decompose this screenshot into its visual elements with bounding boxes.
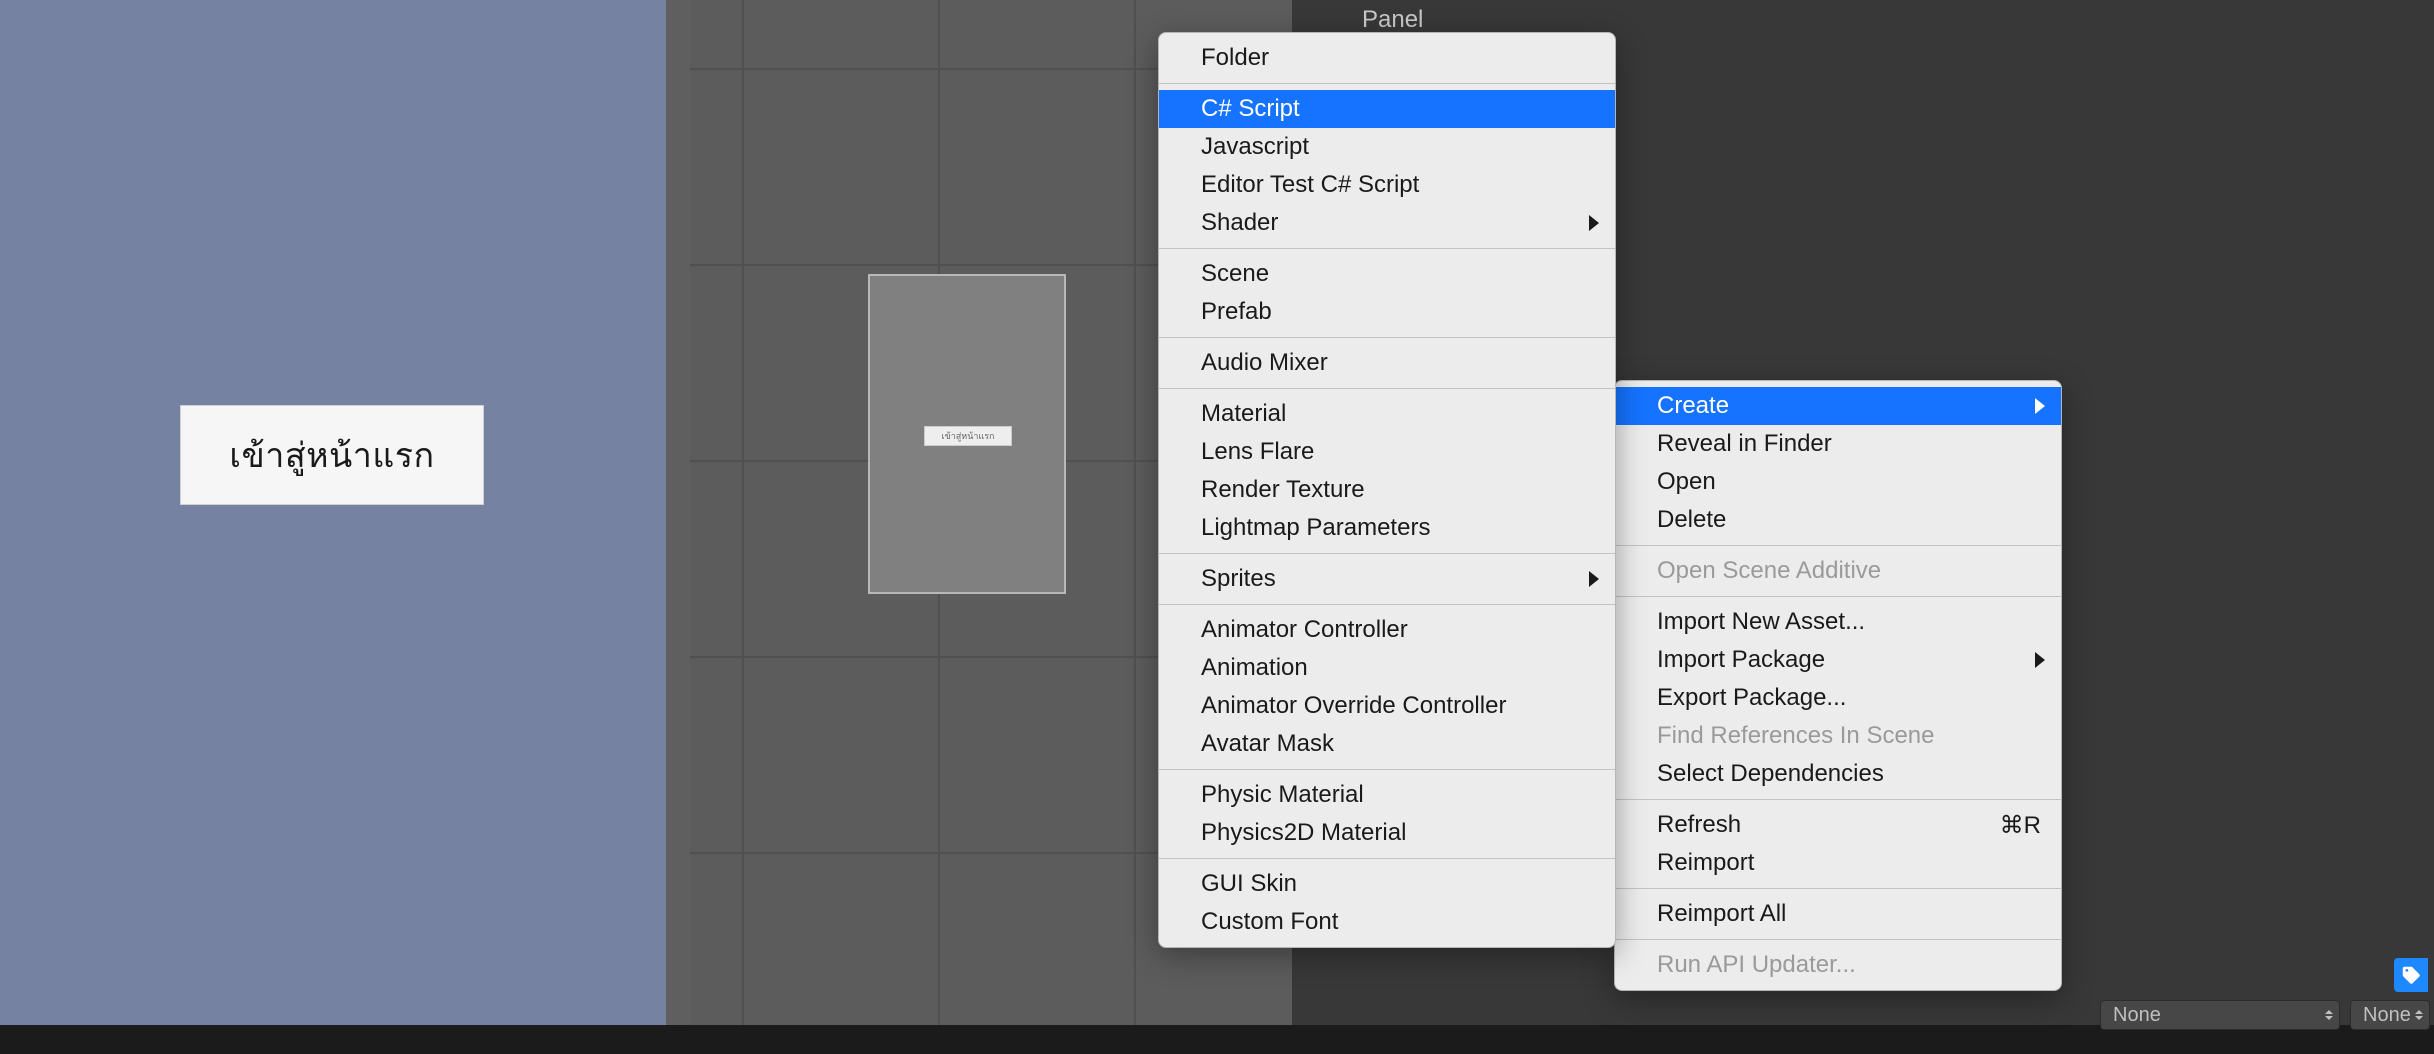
dropdown-value: None (2113, 1004, 2161, 1027)
menu-item-label: Refresh (1657, 811, 1741, 839)
hierarchy-selected-item[interactable]: Panel (1362, 6, 1423, 34)
menu-item-label: Animation (1201, 654, 1308, 682)
create-item-animator-controller[interactable]: Animator Controller (1159, 611, 1615, 649)
menu-item-label: Import Package (1657, 646, 1825, 674)
menu-item-import-new-asset[interactable]: Import New Asset... (1615, 603, 2061, 641)
menu-separator (1615, 888, 2061, 889)
create-item-lightmap-parameters[interactable]: Lightmap Parameters (1159, 509, 1615, 547)
create-item-editor-test-c-script[interactable]: Editor Test C# Script (1159, 166, 1615, 204)
menu-separator (1159, 388, 1615, 389)
create-item-custom-font[interactable]: Custom Font (1159, 903, 1615, 941)
create-item-physic-material[interactable]: Physic Material (1159, 776, 1615, 814)
menu-item-label: Audio Mixer (1201, 349, 1328, 377)
menu-item-label: Javascript (1201, 133, 1309, 161)
menu-item-label: Reimport (1657, 849, 1754, 877)
menu-item-label: Run API Updater... (1657, 951, 1856, 979)
create-item-animation[interactable]: Animation (1159, 649, 1615, 687)
create-item-gui-skin[interactable]: GUI Skin (1159, 865, 1615, 903)
menu-separator (1159, 83, 1615, 84)
game-ui-button[interactable]: เข้าสู่หน้าแรก (180, 405, 484, 505)
menu-separator (1615, 596, 2061, 597)
asset-label-dropdown-1[interactable]: None (2100, 1000, 2340, 1030)
menu-item-label: Import New Asset... (1657, 608, 1865, 636)
game-preview-panel: เข้าสู่หน้าแรก (0, 0, 666, 1025)
menu-item-label: GUI Skin (1201, 870, 1297, 898)
menu-item-label: Create (1657, 392, 1729, 420)
scene-canvas-rect[interactable]: เข้าสู่หน้าแรก (868, 274, 1066, 594)
dropdown-value: None (2363, 1004, 2411, 1027)
create-item-c-script[interactable]: C# Script (1159, 90, 1615, 128)
menu-item-export-package[interactable]: Export Package... (1615, 679, 2061, 717)
menu-separator (1159, 769, 1615, 770)
tag-icon[interactable] (2394, 958, 2428, 992)
menu-item-delete[interactable]: Delete (1615, 501, 2061, 539)
updown-icon (2415, 1010, 2423, 1020)
create-item-audio-mixer[interactable]: Audio Mixer (1159, 344, 1615, 382)
create-item-scene[interactable]: Scene (1159, 255, 1615, 293)
asset-label-dropdown-2[interactable]: None (2350, 1000, 2430, 1030)
menu-item-create[interactable]: Create (1615, 387, 2061, 425)
status-bar (0, 1025, 2434, 1054)
menu-item-label: Export Package... (1657, 684, 1846, 712)
create-item-folder[interactable]: Folder (1159, 39, 1615, 77)
menu-item-label: Animator Controller (1201, 616, 1408, 644)
create-item-lens-flare[interactable]: Lens Flare (1159, 433, 1615, 471)
menu-item-label: Avatar Mask (1201, 730, 1334, 758)
menu-item-label: Find References In Scene (1657, 722, 1935, 750)
menu-separator (1159, 604, 1615, 605)
menu-separator (1159, 248, 1615, 249)
menu-separator (1615, 545, 2061, 546)
scene-canvas-button[interactable]: เข้าสู่หน้าแรก (924, 426, 1012, 446)
menu-item-label: Lightmap Parameters (1201, 514, 1430, 542)
menu-item-open[interactable]: Open (1615, 463, 2061, 501)
create-item-material[interactable]: Material (1159, 395, 1615, 433)
create-item-physics2d-material[interactable]: Physics2D Material (1159, 814, 1615, 852)
create-item-prefab[interactable]: Prefab (1159, 293, 1615, 331)
menu-item-label: Open (1657, 468, 1716, 496)
create-item-javascript[interactable]: Javascript (1159, 128, 1615, 166)
project-context-menu[interactable]: Create Reveal in Finder Open Delete Open Sce… (1614, 380, 2062, 991)
menu-item-label: Open Scene Additive (1657, 557, 1881, 585)
create-item-render-texture[interactable]: Render Texture (1159, 471, 1615, 509)
menu-item-import-package[interactable]: Import Package (1615, 641, 2061, 679)
menu-item-label: Scene (1201, 260, 1269, 288)
menu-item-label: Animator Override Controller (1201, 692, 1506, 720)
menu-item-reimport[interactable]: Reimport (1615, 844, 2061, 882)
menu-item-label: Custom Font (1201, 908, 1338, 936)
menu-item-reimport-all[interactable]: Reimport All (1615, 895, 2061, 933)
menu-separator (1159, 858, 1615, 859)
menu-item-label: Physics2D Material (1201, 819, 1406, 847)
menu-item-label: Select Dependencies (1657, 760, 1884, 788)
menu-item-refresh[interactable]: Refresh ⌘R (1615, 806, 2061, 844)
menu-item-label: Delete (1657, 506, 1726, 534)
menu-item-open-scene-additive: Open Scene Additive (1615, 552, 2061, 590)
create-item-avatar-mask[interactable]: Avatar Mask (1159, 725, 1615, 763)
menu-item-label: Reveal in Finder (1657, 430, 1832, 458)
menu-item-label: Lens Flare (1201, 438, 1314, 466)
menu-item-run-api-updater: Run API Updater... (1615, 946, 2061, 984)
menu-separator (1615, 939, 2061, 940)
menu-item-label: Shader (1201, 209, 1278, 237)
create-item-sprites[interactable]: Sprites (1159, 560, 1615, 598)
menu-separator (1159, 553, 1615, 554)
menu-item-find-references-in-scene: Find References In Scene (1615, 717, 2061, 755)
menu-item-label: Editor Test C# Script (1201, 171, 1419, 199)
menu-item-shortcut: ⌘R (2000, 811, 2041, 840)
menu-item-select-dependencies[interactable]: Select Dependencies (1615, 755, 2061, 793)
menu-item-reveal-in-finder[interactable]: Reveal in Finder (1615, 425, 2061, 463)
menu-item-label: Reimport All (1657, 900, 1786, 928)
menu-item-label: Folder (1201, 44, 1269, 72)
create-submenu[interactable]: Folder C# Script Javascript Editor Test C# … (1158, 32, 1616, 948)
menu-item-label: Render Texture (1201, 476, 1365, 504)
menu-item-label: Material (1201, 400, 1286, 428)
menu-separator (1615, 799, 2061, 800)
menu-item-label: Sprites (1201, 565, 1276, 593)
menu-item-label: Prefab (1201, 298, 1272, 326)
menu-separator (1159, 337, 1615, 338)
create-item-shader[interactable]: Shader (1159, 204, 1615, 242)
create-item-animator-override-controller[interactable]: Animator Override Controller (1159, 687, 1615, 725)
menu-item-label: Physic Material (1201, 781, 1364, 809)
updown-icon (2325, 1010, 2333, 1020)
menu-item-label: C# Script (1201, 95, 1300, 123)
